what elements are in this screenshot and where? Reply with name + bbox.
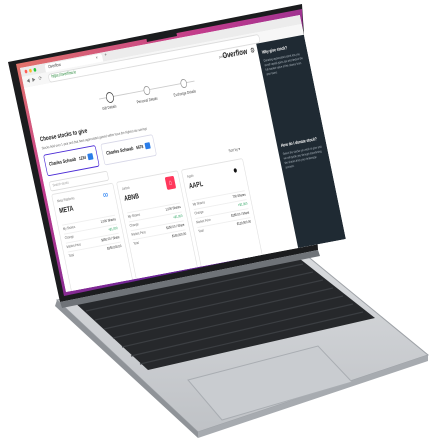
row-value: $350,000.00 bbox=[106, 243, 122, 251]
stock-ticker: META bbox=[58, 204, 75, 215]
apple-logo-icon: ● bbox=[232, 164, 239, 177]
row-key: Total bbox=[67, 252, 75, 258]
step-3-label: Exchange Details bbox=[173, 88, 197, 98]
row-key: Total bbox=[132, 240, 140, 246]
sort-dropdown[interactable]: Sort by ▾ bbox=[228, 146, 240, 154]
step-3-marker bbox=[179, 78, 188, 89]
maximize-window-button[interactable] bbox=[33, 67, 37, 72]
broker-account-card[interactable]: Charles Schwab 1234 bbox=[43, 144, 100, 177]
row-key: Market Price bbox=[66, 241, 82, 249]
row-value: 700 Shares bbox=[231, 191, 246, 199]
row-key: Change bbox=[129, 221, 140, 228]
row-value: 1,000 Shares bbox=[100, 216, 117, 224]
row-value: $150,000.00 bbox=[171, 231, 187, 239]
stock-ticker: AAPL bbox=[188, 179, 204, 191]
gear-icon[interactable]: ⚙ bbox=[249, 46, 255, 55]
sidebar-heading: Why give stock? bbox=[261, 45, 288, 56]
forward-arrow-icon[interactable]: ▶ bbox=[32, 76, 36, 83]
broker-name: Charles Schwab bbox=[105, 146, 134, 157]
broker-logo-icon bbox=[144, 142, 151, 150]
row-key: Total bbox=[197, 227, 205, 234]
broker-account-number: 1234 bbox=[78, 155, 87, 162]
row-key: Change bbox=[194, 209, 204, 216]
row-value: +$1,000 bbox=[107, 225, 119, 232]
sidebar-paragraph: Select the stocks you wish to give and w… bbox=[282, 145, 322, 170]
row-key: My Shares bbox=[127, 211, 141, 219]
broker-logo-icon bbox=[87, 152, 94, 161]
main-content: powered by Overflow ⚙ Gift Details Perso… bbox=[24, 43, 299, 292]
broker-account-card[interactable]: Charles Schwab 5678 bbox=[100, 134, 157, 166]
minimize-window-button[interactable] bbox=[28, 68, 33, 73]
airbnb-logo-icon: ⌂ bbox=[164, 175, 177, 190]
row-value: 1,000 Shares bbox=[165, 204, 182, 212]
tab-close-icon[interactable]: × bbox=[95, 55, 98, 61]
step-2-label: Personal Details bbox=[136, 96, 159, 105]
step-1-marker bbox=[105, 91, 115, 104]
row-value: +$1,000 bbox=[237, 200, 248, 208]
search-placeholder: Search stocks bbox=[52, 179, 70, 188]
sidebar-paragraph: Donating appreciated stock lets you avoi… bbox=[263, 52, 304, 77]
row-value: $129,500.00 bbox=[236, 218, 252, 227]
stock-company: Apple bbox=[186, 172, 194, 179]
stock-ticker: ABNB bbox=[123, 191, 140, 203]
row-key: My Shares bbox=[192, 199, 206, 207]
new-tab-icon[interactable]: + bbox=[104, 53, 107, 59]
broker-name: Charles Schwab bbox=[48, 157, 77, 168]
row-value: +$1,000 bbox=[172, 213, 183, 220]
reload-icon[interactable]: ⟳ bbox=[38, 75, 42, 82]
step-1-label: Gift Details bbox=[101, 103, 117, 111]
overflow-logo: Overflow bbox=[221, 46, 249, 61]
close-window-button[interactable] bbox=[24, 69, 28, 74]
row-key: Market Price bbox=[131, 229, 147, 237]
row-key: Market Price bbox=[195, 217, 212, 225]
broker-account-number: 5678 bbox=[135, 144, 144, 152]
stock-company: Airbnb bbox=[121, 185, 130, 191]
row-key: My Shares bbox=[62, 224, 76, 232]
row-key: Change bbox=[64, 233, 75, 241]
step-2-marker bbox=[142, 85, 151, 96]
back-arrow-icon[interactable]: ◀ bbox=[26, 77, 30, 84]
meta-logo-icon: ∞ bbox=[101, 189, 110, 201]
stock-company: Meta Platforms bbox=[56, 195, 75, 204]
